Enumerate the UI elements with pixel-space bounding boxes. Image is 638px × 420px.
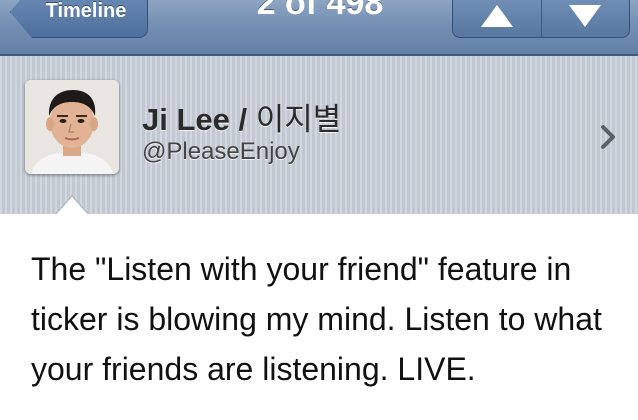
- user-handle: @PleaseEnjoy: [142, 138, 300, 165]
- next-tweet-button[interactable]: [540, 0, 630, 37]
- back-button-label: Timeline: [45, 0, 127, 22]
- display-name: Ji Lee / 이지별: [142, 94, 341, 139]
- name-separator: /: [238, 102, 248, 137]
- display-name-korean: 이지별: [255, 102, 342, 138]
- triangle-up-icon: [480, 5, 513, 27]
- tweet-navigation-segmented-control: [452, 0, 630, 38]
- avatar[interactable]: [25, 80, 119, 174]
- chevron-right-icon: [601, 125, 615, 149]
- tweet-text: The "Listen with your friend" feature in…: [31, 251, 602, 387]
- avatar-photo: [25, 80, 119, 174]
- timeline-back-button[interactable]: Timeline: [10, 0, 148, 38]
- profile-header[interactable]: Ji Lee / 이지별 @PleaseEnjoy: [0, 56, 638, 214]
- previous-tweet-button[interactable]: [453, 0, 541, 37]
- triangle-down-icon: [569, 5, 602, 27]
- display-name-latin: Ji Lee: [142, 102, 230, 137]
- navigation-bar: Timeline 2 of 498: [0, 0, 638, 56]
- profile-pointer-notch: [54, 195, 90, 216]
- tweet-position-counter: 2 of 498: [256, 0, 384, 22]
